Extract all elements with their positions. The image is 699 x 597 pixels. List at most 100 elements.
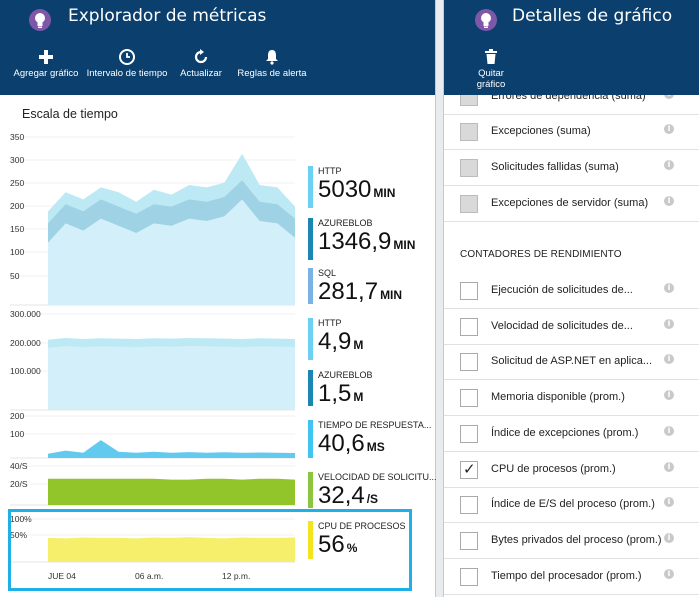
metric-color-bar xyxy=(308,472,313,508)
metric-checkbox[interactable] xyxy=(460,195,478,213)
blade-title: Detalles de gráfico xyxy=(512,6,673,26)
metric-summary[interactable]: VELOCIDAD DE SOLICITU... 32,4/S xyxy=(308,472,436,510)
y-tick-label: 50 xyxy=(10,271,20,281)
remove-chart-button[interactable]: Quitar gráfico xyxy=(466,48,516,90)
metric-option-row[interactable]: Velocidad de solicitudes de... i xyxy=(444,309,699,345)
metric-number: 5030 xyxy=(318,176,372,203)
metric-unit: M xyxy=(353,390,364,404)
metric-summary[interactable]: TIEMPO DE RESPUESTA... 40,6 MS xyxy=(308,420,436,458)
info-icon[interactable]: i xyxy=(664,390,674,400)
metric-value: 5030 MIN xyxy=(318,176,395,204)
y-tick-label: 200 xyxy=(10,411,24,421)
metric-checkbox[interactable] xyxy=(460,353,478,371)
info-icon[interactable]: i xyxy=(664,462,674,472)
y-tick-label: 350 xyxy=(10,132,24,142)
blade-header: Detalles de gráfico Quitar gráfico xyxy=(444,0,699,95)
metric-option-row[interactable]: Bytes privados del proceso (prom.) i xyxy=(444,523,699,559)
metric-option-label: Solicitudes fallidas (suma) xyxy=(491,161,619,173)
info-icon[interactable]: i xyxy=(664,319,674,329)
metric-unit: /S xyxy=(366,492,379,506)
metric-option-label: Errores de dependencia (suma) xyxy=(491,95,646,102)
metric-name: HTTP xyxy=(318,318,342,328)
y-tick-label: 300 xyxy=(10,155,24,165)
metric-name: SQL xyxy=(318,268,337,278)
metric-checkbox[interactable] xyxy=(460,95,478,106)
selected-chart-highlight xyxy=(8,509,412,591)
metric-name: AZUREBLOB xyxy=(318,218,373,228)
metric-checkbox[interactable] xyxy=(460,159,478,177)
info-icon[interactable]: i xyxy=(664,569,674,579)
metric-color-bar xyxy=(308,370,313,406)
y-tick-label: 100.000 xyxy=(10,366,41,376)
metric-option-row[interactable]: Índice de E/S del proceso (prom.) i xyxy=(444,487,699,523)
metric-option-row[interactable]: Solicitud de ASP.NET en aplica... i xyxy=(444,344,699,380)
metric-value: 32,4/S xyxy=(318,482,378,510)
metric-color-bar xyxy=(308,268,313,304)
metric-unit: M xyxy=(353,338,364,352)
metric-color-bar xyxy=(308,166,313,208)
metric-option-label: Solicitud de ASP.NET en aplica... xyxy=(491,355,653,367)
metric-checkbox[interactable] xyxy=(460,425,478,443)
info-icon[interactable]: i xyxy=(664,354,674,364)
metric-option-row[interactable]: Excepciones de servidor (suma) i xyxy=(444,186,699,222)
metric-checkbox[interactable] xyxy=(460,123,478,141)
metric-color-bar xyxy=(308,218,313,260)
info-icon[interactable]: i xyxy=(664,426,674,436)
metric-option-label: Ejecución de solicitudes de... xyxy=(491,284,633,296)
metric-option-label: Excepciones (suma) xyxy=(491,125,591,137)
info-icon[interactable]: i xyxy=(664,283,674,293)
metric-option-label: Memoria disponible (prom.) xyxy=(491,391,625,403)
metric-number: 1,5 xyxy=(318,380,352,407)
metric-value: 1346,9 MIN xyxy=(318,228,415,256)
metric-option-row[interactable]: Solicitudes fallidas (suma) i xyxy=(444,150,699,186)
info-icon[interactable]: i xyxy=(664,124,674,134)
y-tick-label: 150 xyxy=(10,224,24,234)
metric-option-row[interactable]: Memoria disponible (prom.) i xyxy=(444,380,699,416)
metric-checklist: Errores de dependencia (suma)iExcepcione… xyxy=(444,95,699,597)
metric-option-row[interactable]: CPU de procesos (prom.) i xyxy=(444,452,699,488)
metric-color-bar xyxy=(308,318,313,360)
metric-option-row[interactable]: Ejecución de solicitudes de... i xyxy=(444,273,699,309)
metric-option-row[interactable]: Índice de excepciones (prom.) i xyxy=(444,416,699,452)
metric-option-row[interactable]: Tiempo del procesador (prom.) i xyxy=(444,559,699,595)
info-icon[interactable]: i xyxy=(664,95,674,99)
metric-value: 1,5 M xyxy=(318,380,363,408)
info-icon[interactable]: i xyxy=(664,196,674,206)
metric-checkbox[interactable] xyxy=(460,282,478,300)
metric-option-row[interactable]: Excepciones (suma) i xyxy=(444,114,699,150)
info-icon[interactable]: i xyxy=(664,160,674,170)
metric-checkbox[interactable] xyxy=(460,496,478,514)
metric-summary[interactable]: HTTP 4,9 M xyxy=(308,318,436,360)
metric-option-label: Índice de excepciones (prom.) xyxy=(491,427,639,439)
metric-option-label: Bytes privados del proceso (prom.) xyxy=(491,534,662,546)
y-tick-label: 100 xyxy=(10,247,24,257)
series-area-tiempo-de-respuesta xyxy=(48,440,295,458)
metric-summary[interactable]: HTTP 5030 MIN xyxy=(308,166,436,208)
metric-number: 32,4 xyxy=(318,482,365,509)
metric-option-row[interactable]: Errores de dependencia (suma) i xyxy=(444,95,699,115)
series-area-base xyxy=(48,346,295,410)
metric-value: 281,7 MIN xyxy=(318,278,402,306)
metric-checkbox[interactable] xyxy=(460,460,478,479)
metric-number: 1346,9 xyxy=(318,228,392,255)
metric-summary[interactable]: AZUREBLOB 1,5 M xyxy=(308,370,436,408)
metric-checkbox[interactable] xyxy=(460,568,478,586)
info-icon[interactable]: i xyxy=(664,497,674,507)
metric-summary[interactable]: SQL 281,7 MIN xyxy=(308,268,436,306)
metric-checkbox[interactable] xyxy=(460,318,478,336)
metric-value: 40,6 MS xyxy=(318,430,385,458)
metric-unit: MS xyxy=(366,440,385,454)
metric-checkbox[interactable] xyxy=(460,532,478,550)
metric-option-label: Índice de E/S del proceso (prom.) xyxy=(491,498,655,510)
metric-number: 40,6 xyxy=(318,430,365,457)
metric-unit: MIN xyxy=(380,288,403,302)
metric-checkbox[interactable] xyxy=(460,389,478,407)
metric-summary[interactable]: AZUREBLOB 1346,9 MIN xyxy=(308,218,436,260)
metric-option-label: Velocidad de solicitudes de... xyxy=(491,320,633,332)
info-icon[interactable]: i xyxy=(664,533,674,543)
metric-name: VELOCIDAD DE SOLICITU... xyxy=(318,472,436,482)
metric-option-label: CPU de procesos (prom.) xyxy=(491,463,616,475)
chart-details-blade: Detalles de gráfico Quitar gráfico Error… xyxy=(443,0,699,597)
metric-unit: MIN xyxy=(393,238,416,252)
toolbar: Quitar gráfico xyxy=(444,48,699,90)
